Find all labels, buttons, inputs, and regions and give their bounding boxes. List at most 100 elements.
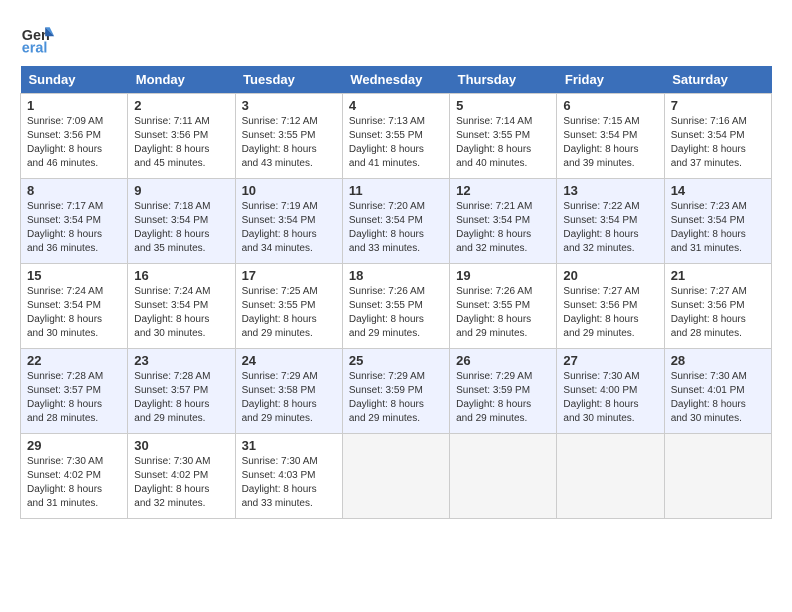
day-info: Sunrise: 7:30 AM Sunset: 4:02 PM Dayligh… bbox=[134, 455, 228, 511]
day-info: Sunrise: 7:16 AM Sunset: 3:54 PM Dayligh… bbox=[671, 115, 765, 171]
day-info: Sunrise: 7:09 AM Sunset: 3:56 PM Dayligh… bbox=[27, 115, 121, 171]
day-number: 24 bbox=[242, 353, 336, 368]
day-number: 20 bbox=[563, 268, 657, 283]
day-info: Sunrise: 7:26 AM Sunset: 3:55 PM Dayligh… bbox=[456, 285, 550, 341]
day-info: Sunrise: 7:11 AM Sunset: 3:56 PM Dayligh… bbox=[134, 115, 228, 171]
svg-text:eral: eral bbox=[22, 40, 48, 56]
day-number: 3 bbox=[242, 98, 336, 113]
calendar-cell: 20 Sunrise: 7:27 AM Sunset: 3:56 PM Dayli… bbox=[557, 264, 664, 349]
day-info: Sunrise: 7:29 AM Sunset: 3:59 PM Dayligh… bbox=[456, 370, 550, 426]
day-number: 14 bbox=[671, 183, 765, 198]
day-number: 27 bbox=[563, 353, 657, 368]
weekday-header-thursday: Thursday bbox=[450, 66, 557, 94]
calendar-cell: 23 Sunrise: 7:28 AM Sunset: 3:57 PM Dayli… bbox=[128, 349, 235, 434]
day-info: Sunrise: 7:27 AM Sunset: 3:56 PM Dayligh… bbox=[563, 285, 657, 341]
day-info: Sunrise: 7:17 AM Sunset: 3:54 PM Dayligh… bbox=[27, 200, 121, 256]
weekday-header-monday: Monday bbox=[128, 66, 235, 94]
day-number: 4 bbox=[349, 98, 443, 113]
day-number: 21 bbox=[671, 268, 765, 283]
calendar-cell: 7 Sunrise: 7:16 AM Sunset: 3:54 PM Daylig… bbox=[664, 94, 771, 179]
calendar-cell bbox=[342, 434, 449, 519]
calendar-cell: 31 Sunrise: 7:30 AM Sunset: 4:03 PM Dayli… bbox=[235, 434, 342, 519]
weekday-header-wednesday: Wednesday bbox=[342, 66, 449, 94]
day-info: Sunrise: 7:30 AM Sunset: 4:01 PM Dayligh… bbox=[671, 370, 765, 426]
calendar-cell: 14 Sunrise: 7:23 AM Sunset: 3:54 PM Dayli… bbox=[664, 179, 771, 264]
day-info: Sunrise: 7:21 AM Sunset: 3:54 PM Dayligh… bbox=[456, 200, 550, 256]
calendar-cell: 25 Sunrise: 7:29 AM Sunset: 3:59 PM Dayli… bbox=[342, 349, 449, 434]
day-number: 23 bbox=[134, 353, 228, 368]
calendar-cell: 28 Sunrise: 7:30 AM Sunset: 4:01 PM Dayli… bbox=[664, 349, 771, 434]
calendar-cell: 18 Sunrise: 7:26 AM Sunset: 3:55 PM Dayli… bbox=[342, 264, 449, 349]
day-number: 31 bbox=[242, 438, 336, 453]
calendar-cell: 2Sunrise: 7:11 AM Sunset: 3:56 PM Daylig… bbox=[128, 94, 235, 179]
day-number: 8 bbox=[27, 183, 121, 198]
calendar-cell: 21 Sunrise: 7:27 AM Sunset: 3:56 PM Dayli… bbox=[664, 264, 771, 349]
calendar-week-row: 29 Sunrise: 7:30 AM Sunset: 4:02 PM Dayli… bbox=[21, 434, 772, 519]
calendar-cell: 26 Sunrise: 7:29 AM Sunset: 3:59 PM Dayli… bbox=[450, 349, 557, 434]
calendar-cell: 8 Sunrise: 7:17 AM Sunset: 3:54 PM Daylig… bbox=[21, 179, 128, 264]
calendar-cell: 19Sunrise: 7:26 AM Sunset: 3:55 PM Dayli… bbox=[450, 264, 557, 349]
weekday-header-row: SundayMondayTuesdayWednesdayThursdayFrid… bbox=[21, 66, 772, 94]
day-number: 18 bbox=[349, 268, 443, 283]
calendar-cell: 17 Sunrise: 7:25 AM Sunset: 3:55 PM Dayli… bbox=[235, 264, 342, 349]
day-number: 9 bbox=[134, 183, 228, 198]
day-info: Sunrise: 7:29 AM Sunset: 3:59 PM Dayligh… bbox=[349, 370, 443, 426]
day-info: Sunrise: 7:15 AM Sunset: 3:54 PM Dayligh… bbox=[563, 115, 657, 171]
day-number: 15 bbox=[27, 268, 121, 283]
day-info: Sunrise: 7:27 AM Sunset: 3:56 PM Dayligh… bbox=[671, 285, 765, 341]
day-number: 7 bbox=[671, 98, 765, 113]
logo: Gen eral bbox=[20, 20, 60, 56]
calendar-table: SundayMondayTuesdayWednesdayThursdayFrid… bbox=[20, 66, 772, 519]
calendar-cell: 5Sunrise: 7:14 AM Sunset: 3:55 PM Daylig… bbox=[450, 94, 557, 179]
day-info: Sunrise: 7:25 AM Sunset: 3:55 PM Dayligh… bbox=[242, 285, 336, 341]
day-info: Sunrise: 7:18 AM Sunset: 3:54 PM Dayligh… bbox=[134, 200, 228, 256]
calendar-week-row: 1 Sunrise: 7:09 AM Sunset: 3:56 PM Daylig… bbox=[21, 94, 772, 179]
day-number: 26 bbox=[456, 353, 550, 368]
day-info: Sunrise: 7:22 AM Sunset: 3:54 PM Dayligh… bbox=[563, 200, 657, 256]
day-info: Sunrise: 7:30 AM Sunset: 4:03 PM Dayligh… bbox=[242, 455, 336, 511]
calendar-cell: 27 Sunrise: 7:30 AM Sunset: 4:00 PM Dayli… bbox=[557, 349, 664, 434]
day-info: Sunrise: 7:13 AM Sunset: 3:55 PM Dayligh… bbox=[349, 115, 443, 171]
day-number: 22 bbox=[27, 353, 121, 368]
day-info: Sunrise: 7:26 AM Sunset: 3:55 PM Dayligh… bbox=[349, 285, 443, 341]
day-number: 10 bbox=[242, 183, 336, 198]
calendar-cell bbox=[664, 434, 771, 519]
day-number: 30 bbox=[134, 438, 228, 453]
calendar-cell: 16Sunrise: 7:24 AM Sunset: 3:54 PM Dayli… bbox=[128, 264, 235, 349]
calendar-cell: 29 Sunrise: 7:30 AM Sunset: 4:02 PM Dayli… bbox=[21, 434, 128, 519]
calendar-cell: 3 Sunrise: 7:12 AM Sunset: 3:55 PM Daylig… bbox=[235, 94, 342, 179]
calendar-cell: 30 Sunrise: 7:30 AM Sunset: 4:02 PM Dayli… bbox=[128, 434, 235, 519]
day-number: 29 bbox=[27, 438, 121, 453]
day-info: Sunrise: 7:24 AM Sunset: 3:54 PM Dayligh… bbox=[27, 285, 121, 341]
calendar-cell: 15 Sunrise: 7:24 AM Sunset: 3:54 PM Dayli… bbox=[21, 264, 128, 349]
day-number: 17 bbox=[242, 268, 336, 283]
day-info: Sunrise: 7:23 AM Sunset: 3:54 PM Dayligh… bbox=[671, 200, 765, 256]
day-info: Sunrise: 7:12 AM Sunset: 3:55 PM Dayligh… bbox=[242, 115, 336, 171]
calendar-cell: 13Sunrise: 7:22 AM Sunset: 3:54 PM Dayli… bbox=[557, 179, 664, 264]
day-number: 28 bbox=[671, 353, 765, 368]
weekday-header-sunday: Sunday bbox=[21, 66, 128, 94]
day-info: Sunrise: 7:30 AM Sunset: 4:02 PM Dayligh… bbox=[27, 455, 121, 511]
day-info: Sunrise: 7:28 AM Sunset: 3:57 PM Dayligh… bbox=[134, 370, 228, 426]
day-info: Sunrise: 7:29 AM Sunset: 3:58 PM Dayligh… bbox=[242, 370, 336, 426]
calendar-cell: 6 Sunrise: 7:15 AM Sunset: 3:54 PM Daylig… bbox=[557, 94, 664, 179]
calendar-cell bbox=[557, 434, 664, 519]
day-number: 5 bbox=[456, 98, 550, 113]
calendar-cell bbox=[450, 434, 557, 519]
day-number: 12 bbox=[456, 183, 550, 198]
calendar-cell: 10 Sunrise: 7:19 AM Sunset: 3:54 PM Dayli… bbox=[235, 179, 342, 264]
weekday-header-tuesday: Tuesday bbox=[235, 66, 342, 94]
calendar-cell: 4 Sunrise: 7:13 AM Sunset: 3:55 PM Daylig… bbox=[342, 94, 449, 179]
day-number: 25 bbox=[349, 353, 443, 368]
day-info: Sunrise: 7:19 AM Sunset: 3:54 PM Dayligh… bbox=[242, 200, 336, 256]
day-number: 6 bbox=[563, 98, 657, 113]
calendar-week-row: 22 Sunrise: 7:28 AM Sunset: 3:57 PM Dayli… bbox=[21, 349, 772, 434]
calendar-cell: 24 Sunrise: 7:29 AM Sunset: 3:58 PM Dayli… bbox=[235, 349, 342, 434]
calendar-cell: 22Sunrise: 7:28 AM Sunset: 3:57 PM Dayli… bbox=[21, 349, 128, 434]
calendar-week-row: 8 Sunrise: 7:17 AM Sunset: 3:54 PM Daylig… bbox=[21, 179, 772, 264]
day-number: 1 bbox=[27, 98, 121, 113]
calendar-week-row: 15 Sunrise: 7:24 AM Sunset: 3:54 PM Dayli… bbox=[21, 264, 772, 349]
day-info: Sunrise: 7:30 AM Sunset: 4:00 PM Dayligh… bbox=[563, 370, 657, 426]
day-number: 16 bbox=[134, 268, 228, 283]
page-header: Gen eral bbox=[20, 20, 772, 56]
